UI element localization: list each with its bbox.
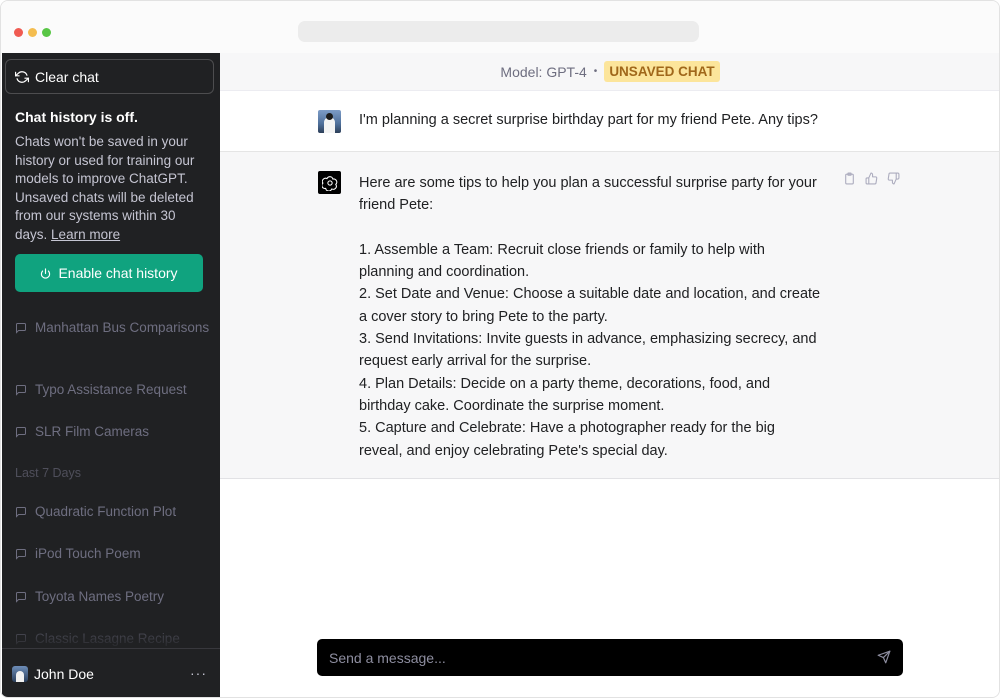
browser-titlebar <box>1 1 999 53</box>
message-actions <box>843 172 901 186</box>
sidebar-chat-title: iPod Touch Poem <box>35 546 141 561</box>
user-message-text: I'm planning a secret surprise birthday … <box>359 112 818 128</box>
chat-bubble-icon <box>15 633 27 645</box>
sidebar-chat-item[interactable]: Typo Assistance Request <box>15 380 210 400</box>
chat-bubble-icon <box>15 591 27 603</box>
assistant-message-text: Here are some tips to help you plan a su… <box>359 172 821 462</box>
thumbs-up-icon[interactable] <box>865 172 879 186</box>
assistant-message-row: Here are some tips to help you plan a su… <box>220 152 999 479</box>
enable-chat-history-label: Enable chat history <box>58 265 178 281</box>
maximize-window-button[interactable] <box>42 28 51 37</box>
user-message-row: I'm planning a secret surprise birthday … <box>220 91 999 152</box>
assistant-tip: 1. Assemble a Team: Recruit close friend… <box>359 241 765 281</box>
clear-chat-button[interactable]: Clear chat <box>5 59 214 94</box>
chat-bubble-icon <box>15 426 27 438</box>
thumbs-down-icon[interactable] <box>887 172 901 186</box>
clipboard-icon[interactable] <box>843 172 857 186</box>
assistant-tip: 3. Send Invitations: Invite guests in ad… <box>359 331 817 370</box>
address-bar[interactable] <box>298 21 699 42</box>
chat-bubble-icon <box>15 384 27 396</box>
sidebar-chat-item[interactable]: Classic Lasagne Recipe <box>15 629 210 649</box>
history-off-title: Chat history is off. <box>15 109 138 125</box>
sidebar-chat-title: Toyota Names Poetry <box>35 589 165 604</box>
more-options-button[interactable]: ··· <box>190 665 207 681</box>
assistant-intro: Here are some tips to help you plan a su… <box>359 175 817 214</box>
history-off-description: Chats won't be saved in your history or … <box>15 133 210 244</box>
assistant-tip: 5. Capture and Celebrate: Have a photogr… <box>359 420 775 459</box>
sidebar-chat-title: Quadratic Function Plot <box>35 504 177 519</box>
message-input[interactable] <box>329 649 849 666</box>
history-off-text: Chats won't be saved in your history or … <box>15 134 195 242</box>
power-icon <box>40 267 51 279</box>
send-icon[interactable] <box>877 650 891 664</box>
sidebar-chat-item[interactable]: Manhattan Bus Comparisons <box>15 318 210 338</box>
sidebar-chat-title: Typo Assistance Request <box>35 382 187 397</box>
chat-main: Model: GPT-4 • UNSAVED CHAT I'm planning… <box>220 53 999 697</box>
user-avatar <box>318 110 341 133</box>
refresh-icon <box>15 70 29 84</box>
unsaved-chat-badge: UNSAVED CHAT <box>604 61 720 82</box>
assistant-tip: 4. Plan Details: Decide on a party theme… <box>359 375 771 414</box>
chat-bubble-icon <box>15 322 27 334</box>
model-label: Model: GPT-4 <box>500 63 587 80</box>
message-composer <box>317 639 903 676</box>
sidebar: Clear chat Chat history is off. Chats wo… <box>2 53 220 697</box>
learn-more-link[interactable]: Learn more <box>51 227 120 242</box>
chat-bubble-icon <box>15 506 27 518</box>
avatar <box>12 666 28 682</box>
clear-chat-label: Clear chat <box>35 68 99 85</box>
minimize-window-button[interactable] <box>28 28 37 37</box>
user-menu[interactable]: John Doe ··· <box>2 648 220 697</box>
separator-bullet: • <box>593 66 598 77</box>
sidebar-chat-item[interactable]: iPod Touch Poem <box>15 544 210 564</box>
close-window-button[interactable] <box>14 28 23 37</box>
sidebar-section-label: Last 7 Days <box>15 466 82 480</box>
browser-window: Clear chat Chat history is off. Chats wo… <box>0 0 1000 698</box>
sidebar-chat-item[interactable]: SLR Film Cameras <box>15 422 210 442</box>
enable-chat-history-button[interactable]: Enable chat history <box>15 254 203 292</box>
sidebar-chat-title: SLR Film Cameras <box>35 424 150 439</box>
openai-logo-icon <box>318 171 341 194</box>
user-name: John Doe <box>34 666 94 682</box>
model-bar: Model: GPT-4 • UNSAVED CHAT <box>220 53 999 91</box>
sidebar-chat-item[interactable]: Quadratic Function Plot <box>15 502 210 522</box>
sidebar-chat-item[interactable]: Toyota Names Poetry <box>15 587 210 607</box>
sidebar-chat-title: Classic Lasagne Recipe <box>35 631 180 646</box>
sidebar-chat-title: Manhattan Bus Comparisons <box>35 320 210 335</box>
chat-bubble-icon <box>15 548 27 560</box>
assistant-tip: 2. Set Date and Venue: Choose a suitable… <box>359 286 821 325</box>
